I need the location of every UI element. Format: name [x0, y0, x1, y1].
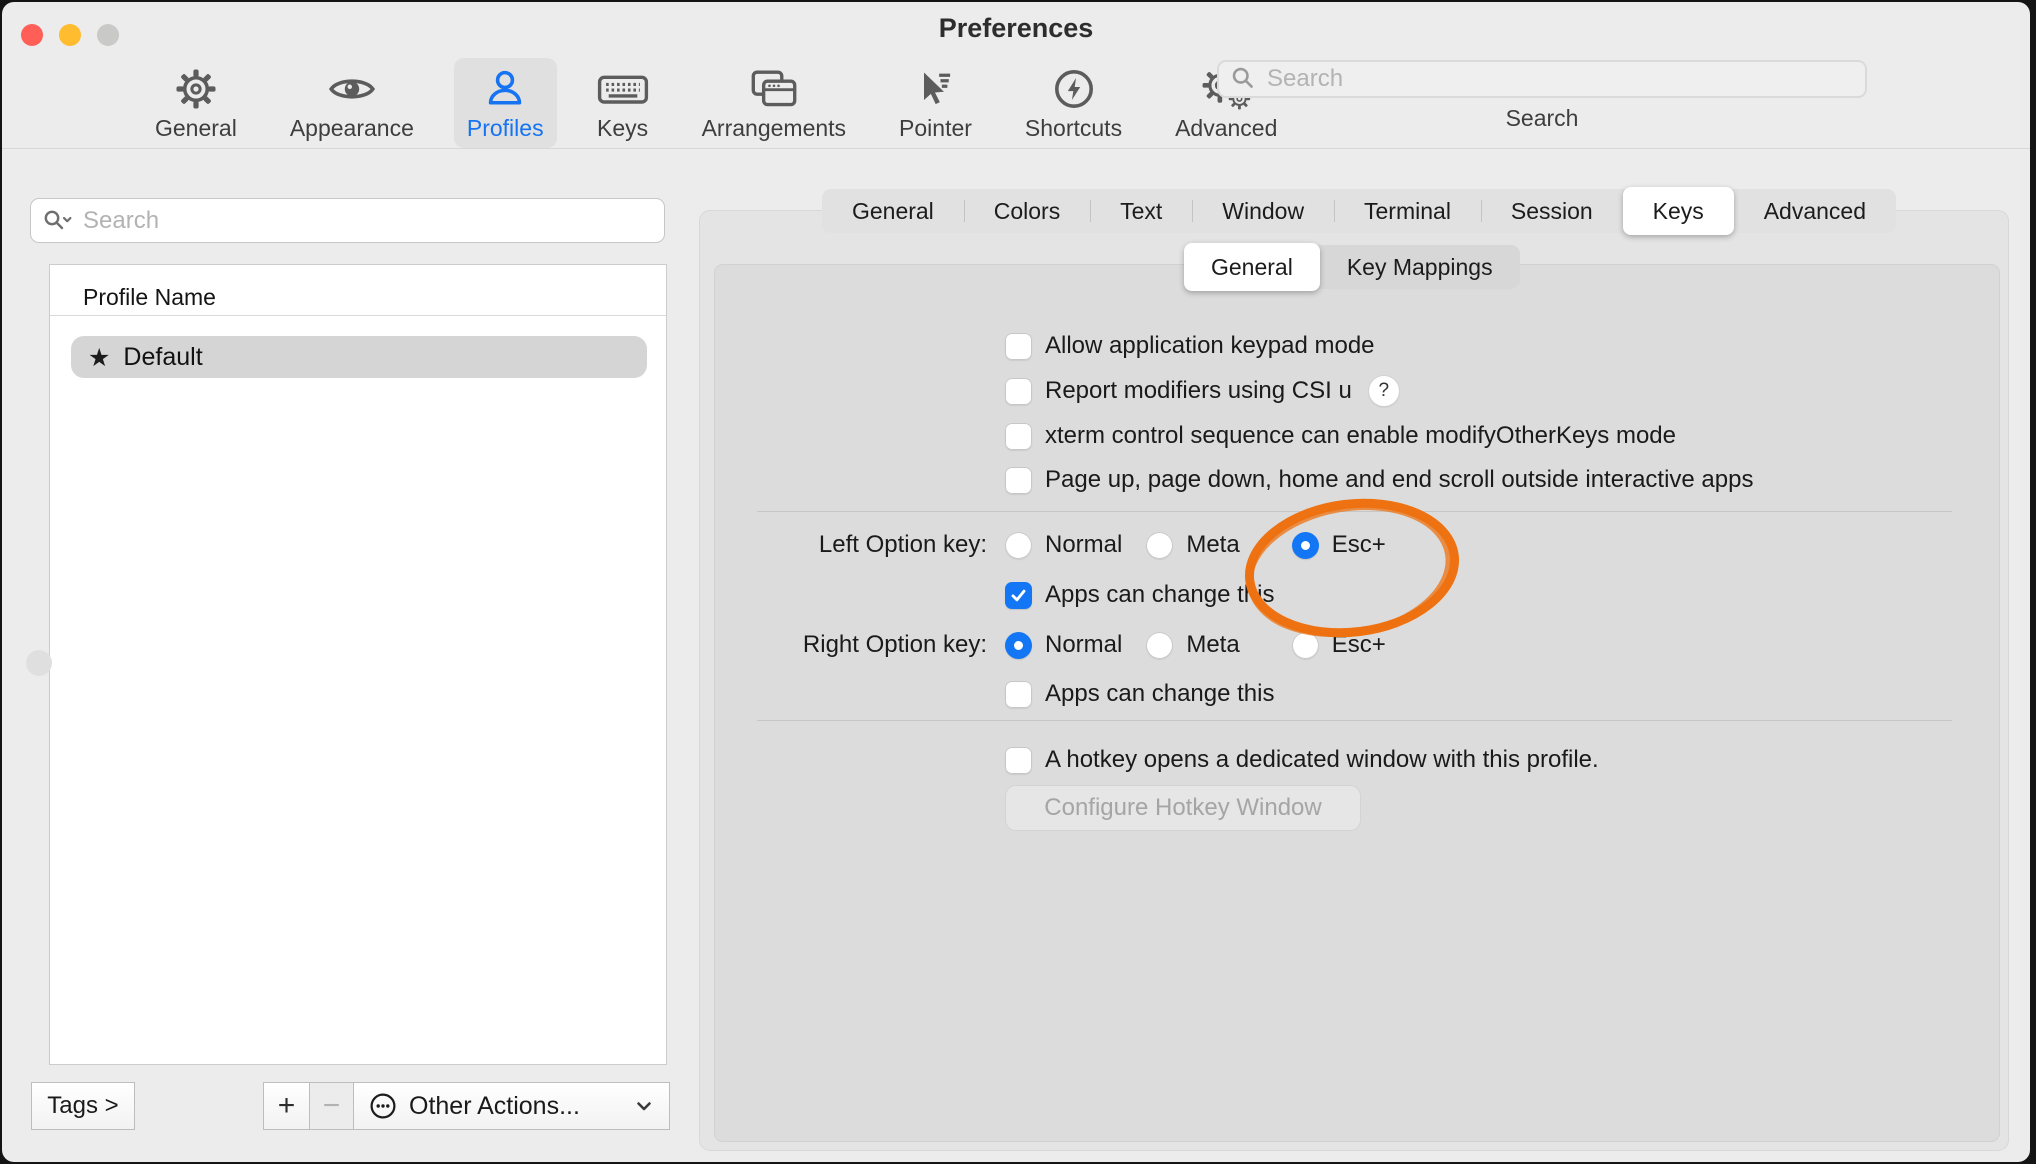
- toolbar-divider: [2, 148, 2030, 149]
- radio-selected[interactable]: [1292, 532, 1319, 559]
- window-title: Preferences: [2, 13, 2030, 44]
- tab-window[interactable]: Window: [1192, 189, 1334, 233]
- pane-resize-dot[interactable]: [26, 650, 52, 676]
- help-button[interactable]: ?: [1369, 376, 1399, 406]
- section-divider: [757, 720, 1952, 721]
- left-apps-can-change-row[interactable]: Apps can change this: [1005, 578, 1275, 612]
- other-actions-label: Other Actions...: [409, 1092, 622, 1121]
- radio-unselected[interactable]: [1146, 532, 1173, 559]
- eye-icon: [327, 65, 377, 113]
- right-apps-can-change-row[interactable]: Apps can change this: [1005, 677, 1275, 711]
- keyboard-icon: [597, 65, 649, 113]
- tags-button[interactable]: Tags >: [31, 1082, 135, 1130]
- chevron-down-icon: [633, 1095, 655, 1117]
- tab-colors[interactable]: Colors: [964, 189, 1090, 233]
- toolbar: General Appearance Profiles: [142, 58, 1290, 148]
- toolbar-item-keys[interactable]: Keys: [584, 58, 662, 148]
- checkbox-label: Apps can change this: [1045, 680, 1275, 708]
- toolbar-item-appearance[interactable]: Appearance: [277, 58, 427, 148]
- tab-session[interactable]: Session: [1481, 189, 1623, 233]
- checkbox-label: Apps can change this: [1045, 581, 1275, 609]
- configure-hotkey-window-button[interactable]: Configure Hotkey Window: [1005, 785, 1361, 831]
- tab-text[interactable]: Text: [1090, 189, 1192, 233]
- search-filter-icon: [43, 208, 73, 234]
- checkbox-unchecked[interactable]: [1005, 747, 1032, 774]
- checkbox-unchecked[interactable]: [1005, 378, 1032, 405]
- checkbox-label: A hotkey opens a dedicated window with t…: [1045, 746, 1599, 774]
- radio-left-normal[interactable]: Normal: [1005, 531, 1122, 559]
- left-option-key-row: Left Option key: Normal Meta Esc+: [740, 527, 1386, 563]
- subtab-key-mappings[interactable]: Key Mappings: [1320, 245, 1520, 289]
- toolbar-search-placeholder: Search: [1267, 65, 1343, 93]
- add-profile-button[interactable]: +: [263, 1082, 310, 1130]
- profile-row-default[interactable]: ★ Default: [71, 336, 647, 378]
- radio-right-normal[interactable]: Normal: [1005, 631, 1122, 659]
- checkbox-label: xterm control sequence can enable modify…: [1045, 422, 1676, 450]
- profile-section-tabs: General Colors Text Window Terminal Sess…: [822, 189, 1896, 233]
- toolbar-item-arrangements[interactable]: Arrangements: [689, 58, 859, 148]
- ellipsis-circle-icon: [368, 1091, 398, 1121]
- checkbox-unchecked[interactable]: [1005, 681, 1032, 708]
- checkbox-label: Report modifiers using CSI u: [1045, 377, 1352, 405]
- toolbar-item-shortcuts[interactable]: Shortcuts: [1012, 58, 1135, 148]
- checkbox-unchecked[interactable]: [1005, 333, 1032, 360]
- radio-unselected[interactable]: [1005, 532, 1032, 559]
- titlebar: Preferences: [2, 2, 2030, 54]
- bolt-icon: [1052, 65, 1096, 113]
- preferences-window: Preferences General Appearance: [2, 2, 2030, 1162]
- tab-keys[interactable]: Keys: [1623, 187, 1734, 235]
- other-actions-dropdown[interactable]: Other Actions...: [354, 1082, 670, 1130]
- windows-icon: [749, 65, 799, 113]
- tab-terminal[interactable]: Terminal: [1334, 189, 1481, 233]
- radio-left-meta[interactable]: Meta: [1146, 531, 1239, 559]
- star-icon: ★: [88, 345, 110, 370]
- toolbar-item-profiles[interactable]: Profiles: [454, 58, 557, 148]
- checkbox-label: Page up, page down, home and end scroll …: [1045, 466, 1753, 494]
- checkbox-unchecked[interactable]: [1005, 423, 1032, 450]
- checkbox-row-csi-u[interactable]: Report modifiers using CSI u ?: [1005, 374, 1399, 408]
- gear-icon: [174, 65, 218, 113]
- checkbox-checked[interactable]: [1005, 582, 1032, 609]
- list-header-divider: [50, 315, 666, 316]
- left-option-key-label: Left Option key:: [740, 531, 987, 559]
- checkbox-row-scroll-outside[interactable]: Page up, page down, home and end scroll …: [1005, 463, 1753, 497]
- checkbox-row-modifyotherkeys[interactable]: xterm control sequence can enable modify…: [1005, 419, 1676, 453]
- toolbar-search-input[interactable]: Search: [1217, 60, 1867, 98]
- toolbar-item-general[interactable]: General: [142, 58, 250, 148]
- tab-general[interactable]: General: [822, 189, 964, 233]
- hotkey-row[interactable]: A hotkey opens a dedicated window with t…: [1005, 743, 1599, 777]
- radio-selected[interactable]: [1005, 632, 1032, 659]
- cursor-icon: [913, 65, 957, 113]
- profile-search-placeholder: Search: [83, 207, 159, 235]
- profile-list: Profile Name ★ Default: [49, 264, 667, 1065]
- profile-search-input[interactable]: Search: [30, 198, 665, 243]
- keys-subtabs: General Key Mappings: [1184, 245, 1520, 289]
- checkbox-label: Allow application keypad mode: [1045, 332, 1375, 360]
- remove-profile-button[interactable]: −: [310, 1082, 354, 1130]
- radio-unselected[interactable]: [1146, 632, 1173, 659]
- radio-left-esc[interactable]: Esc+: [1292, 531, 1386, 559]
- radio-right-meta[interactable]: Meta: [1146, 631, 1239, 659]
- profile-list-header: Profile Name: [50, 265, 666, 311]
- profile-name: Default: [123, 343, 202, 372]
- radio-unselected[interactable]: [1292, 632, 1319, 659]
- right-option-key-row: Right Option key: Normal Meta Esc+: [740, 627, 1386, 663]
- checkmark-icon: [1009, 586, 1028, 605]
- subtab-general[interactable]: General: [1184, 243, 1320, 291]
- section-divider: [757, 511, 1952, 512]
- checkbox-unchecked[interactable]: [1005, 467, 1032, 494]
- tab-advanced[interactable]: Advanced: [1734, 189, 1896, 233]
- radio-right-esc[interactable]: Esc+: [1292, 631, 1386, 659]
- toolbar-item-pointer[interactable]: Pointer: [886, 58, 985, 148]
- checkbox-row-keypad-mode[interactable]: Allow application keypad mode: [1005, 329, 1375, 363]
- toolbar-search-label: Search: [1217, 105, 1867, 132]
- search-icon: [1231, 66, 1257, 92]
- person-icon: [483, 65, 527, 113]
- right-option-key-label: Right Option key:: [740, 631, 987, 659]
